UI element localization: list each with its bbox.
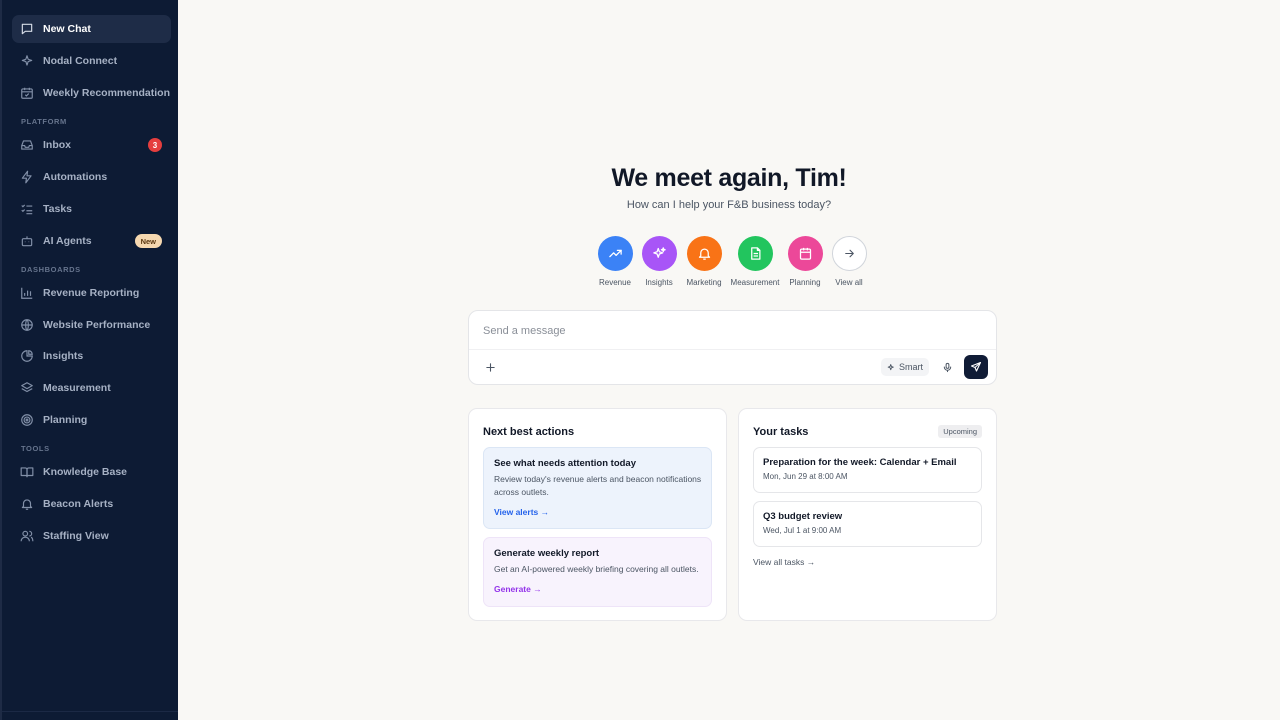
upcoming-badge: Upcoming	[938, 425, 982, 438]
trend-up-icon	[597, 236, 633, 271]
sidebar-item-tasks[interactable]: Tasks	[12, 195, 171, 223]
section-label-platform: PLATFORM	[21, 117, 67, 126]
message-composer: Smart	[468, 310, 997, 385]
quick-action-label: Measurement	[730, 278, 780, 287]
sidebar-item-website-performance[interactable]: Website Performance	[12, 311, 171, 339]
task-title: Q3 budget review	[763, 511, 843, 522]
generate-link[interactable]: Generate →	[494, 584, 542, 594]
sidebar-item-label: AI Agents	[43, 235, 92, 247]
action-title: See what needs attention today	[494, 458, 636, 469]
sidebar-item-label: Beacon Alerts	[43, 498, 114, 510]
sidebar-footer-divider	[2, 711, 178, 712]
quick-action-label: Planning	[789, 278, 821, 287]
sidebar-item-label: Knowledge Base	[43, 466, 128, 478]
action-generate-report[interactable]: Generate weekly report Get an AI-powered…	[483, 537, 712, 607]
task-item[interactable]: Preparation for the week: Calendar + Ema…	[753, 447, 982, 493]
task-datetime: Wed, Jul 1 at 9:00 AM	[763, 526, 842, 535]
sidebar-item-label: Automations	[43, 171, 108, 183]
sidebar-item-knowledge-base[interactable]: Knowledge Base	[12, 458, 171, 486]
action-title: Generate weekly report	[494, 548, 600, 559]
next-best-actions-card: Next best actions See what needs attenti…	[468, 408, 727, 621]
quick-action-label: Insights	[645, 278, 673, 287]
action-description: Get an AI-powered weekly briefing coveri…	[494, 564, 699, 574]
sparkle-icon	[887, 363, 896, 372]
composer-divider	[469, 349, 996, 350]
inbox-count-badge: 3	[148, 138, 162, 152]
page-subtitle: How can I help your F&B business today?	[626, 199, 832, 211]
quick-action-label: Marketing	[686, 278, 722, 287]
sidebar: New Chat Nodal Connect Weekly Recommenda…	[0, 0, 178, 720]
plus-icon	[485, 362, 496, 373]
chat-icon	[20, 22, 34, 36]
sidebar-item-beacon-alerts[interactable]: Beacon Alerts	[12, 490, 171, 518]
sidebar-item-label: Inbox	[43, 139, 71, 151]
view-all-tasks-link[interactable]: View all tasks →	[753, 557, 815, 567]
attach-button[interactable]	[483, 360, 497, 374]
calendar-check-icon	[20, 86, 34, 100]
sidebar-item-label: Nodal Connect	[43, 55, 118, 67]
lightning-icon	[20, 170, 34, 184]
smart-mode-button[interactable]: Smart	[881, 358, 930, 376]
sidebar-item-label: Revenue Reporting	[43, 287, 140, 299]
quick-action-view-all[interactable]: View all	[819, 236, 879, 287]
sidebar-item-staffing-view[interactable]: Staffing View	[12, 522, 171, 550]
section-label-tools: TOOLS	[21, 444, 50, 453]
list-check-icon	[20, 202, 34, 216]
sparkle-icon	[20, 54, 34, 68]
sparkles-icon	[641, 236, 677, 271]
send-button[interactable]	[964, 355, 988, 379]
quick-action-label: Revenue	[598, 278, 632, 287]
sidebar-item-nodal-connect[interactable]: Nodal Connect	[12, 47, 171, 75]
sidebar-item-label: Weekly Recommendation	[43, 87, 171, 99]
send-icon	[970, 361, 982, 373]
sidebar-item-label: Staffing View	[43, 530, 109, 542]
layers-icon	[20, 381, 34, 395]
sidebar-item-revenue-reporting[interactable]: Revenue Reporting	[12, 279, 171, 307]
message-input[interactable]	[483, 321, 963, 341]
sidebar-item-label: Insights	[43, 350, 84, 362]
your-tasks-card: Your tasks Upcoming Preparation for the …	[738, 408, 997, 621]
bell-icon	[686, 236, 722, 271]
new-badge: New	[134, 234, 162, 248]
globe-icon	[20, 318, 34, 332]
inbox-icon	[20, 138, 34, 152]
bell-icon	[20, 497, 34, 511]
sidebar-item-inbox[interactable]: Inbox 3	[12, 131, 171, 159]
pie-chart-icon	[20, 349, 34, 363]
quick-action-label: View all	[835, 278, 863, 287]
arrow-right-icon	[831, 236, 867, 271]
action-see-attention[interactable]: See what needs attention today Review to…	[483, 447, 712, 529]
sidebar-item-measurement[interactable]: Measurement	[12, 374, 171, 402]
sidebar-item-label: Tasks	[43, 203, 72, 215]
sidebar-item-label: Website Performance	[43, 319, 151, 331]
sidebar-item-weekly-recommendation[interactable]: Weekly Recommendation	[12, 79, 171, 107]
voice-input-button[interactable]	[940, 360, 954, 374]
action-description: Review today's revenue alerts and beacon…	[494, 474, 702, 497]
card-title: Your tasks	[753, 426, 809, 438]
document-icon	[737, 236, 773, 271]
task-item[interactable]: Q3 budget review Wed, Jul 1 at 9:00 AM	[753, 501, 982, 547]
robot-icon	[20, 234, 34, 248]
task-datetime: Mon, Jun 29 at 8:00 AM	[763, 472, 848, 481]
sidebar-item-planning[interactable]: Planning	[12, 406, 171, 434]
microphone-icon	[942, 362, 953, 373]
page-title: We meet again, Tim!	[611, 164, 847, 192]
card-title: Next best actions	[483, 426, 575, 438]
sidebar-item-new-chat[interactable]: New Chat	[12, 15, 171, 43]
sidebar-item-label: New Chat	[43, 23, 91, 35]
sidebar-item-insights[interactable]: Insights	[12, 342, 171, 370]
sidebar-item-automations[interactable]: Automations	[12, 163, 171, 191]
task-title: Preparation for the week: Calendar + Ema…	[763, 457, 957, 468]
sidebar-item-label: Planning	[43, 414, 88, 426]
section-label-dashboards: DASHBOARDS	[21, 265, 81, 274]
target-icon	[20, 413, 34, 427]
calendar-icon	[787, 236, 823, 271]
sidebar-item-ai-agents[interactable]: AI Agents New	[12, 227, 171, 255]
book-icon	[20, 465, 34, 479]
bar-chart-icon	[20, 286, 34, 300]
sidebar-item-label: Measurement	[43, 382, 111, 394]
smart-mode-label: Smart	[899, 362, 924, 372]
users-icon	[20, 529, 34, 543]
view-alerts-link[interactable]: View alerts →	[494, 507, 549, 517]
